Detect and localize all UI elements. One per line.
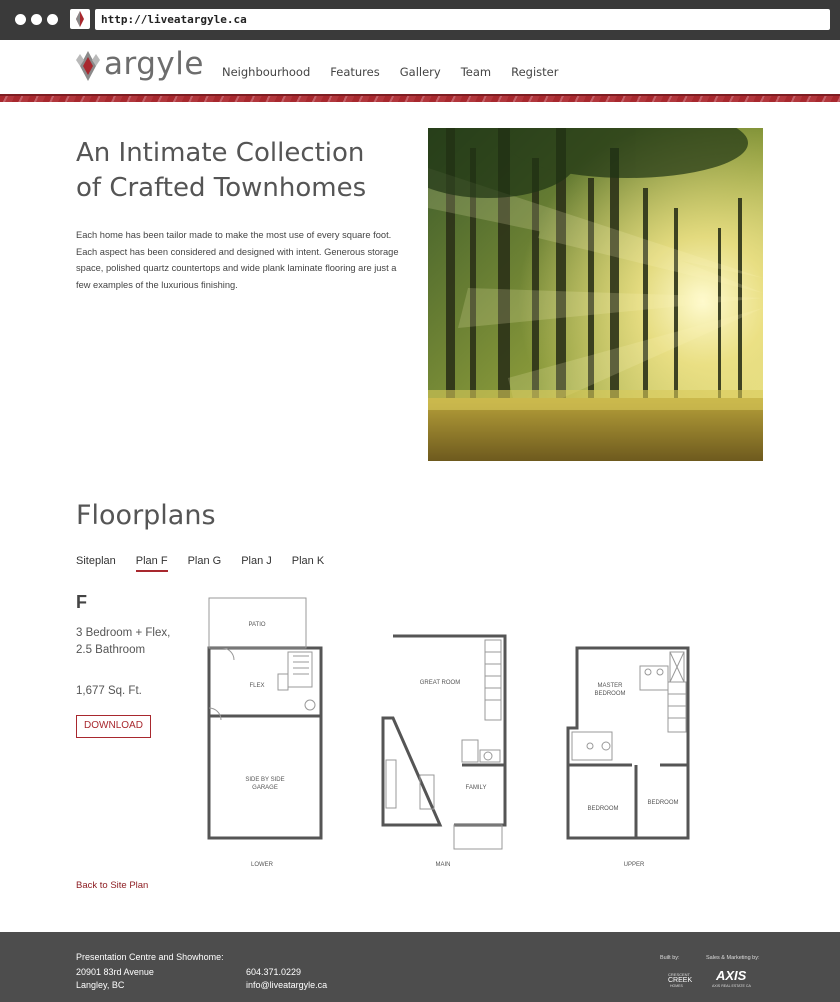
svg-text:HOMES: HOMES bbox=[670, 984, 684, 988]
nav-features[interactable]: Features bbox=[330, 65, 379, 79]
room-flex: FLEX bbox=[249, 683, 264, 689]
room-family: FAMILY bbox=[466, 785, 487, 791]
argyle-diamond-icon[interactable] bbox=[76, 50, 100, 82]
plan-bed-bath: 3 Bedroom + Flex, 2.5 Bathroom bbox=[76, 625, 186, 659]
room-master-line2: BEDROOM bbox=[594, 691, 625, 697]
site-footer: Presentation Centre and Showhome: 20901 … bbox=[0, 932, 840, 1002]
footer-address-line1: 20901 83rd Avenue bbox=[76, 967, 154, 977]
logo-text[interactable]: argyle bbox=[104, 46, 204, 82]
intro-heading-line2: of Crafted Townhomes bbox=[76, 173, 367, 203]
plan-letter: F bbox=[76, 592, 87, 612]
svg-text:CREEK: CREEK bbox=[668, 977, 692, 984]
address-bar[interactable]: http://liveatargyle.ca bbox=[95, 9, 830, 30]
room-master-line1: MASTER bbox=[597, 683, 623, 689]
window-close-dot[interactable] bbox=[15, 14, 26, 25]
plan-bathrooms: 2.5 Bathroom bbox=[76, 644, 146, 656]
floorplan-tabs: Siteplan Plan F Plan G Plan J Plan K bbox=[76, 555, 344, 572]
site-header: argyle Neighbourhood Features Gallery Te… bbox=[0, 40, 840, 96]
room-great-room: GREAT ROOM bbox=[420, 680, 460, 686]
browser-chrome: http://liveatargyle.ca bbox=[0, 0, 840, 40]
tab-plan-k[interactable]: Plan K bbox=[292, 555, 324, 572]
nav-team[interactable]: Team bbox=[461, 65, 491, 79]
intro-paragraph: Each home has been tailor made to make t… bbox=[76, 230, 399, 290]
footer-address-line2: Langley, BC bbox=[76, 980, 125, 990]
crescent-creek-logo-icon[interactable]: CRESCENT CREEK HOMES bbox=[648, 966, 696, 988]
nav-register[interactable]: Register bbox=[511, 65, 558, 79]
floorplan-drawings: PATIO FLEX SIDE BY SIDE GARAGE LOWER GRE… bbox=[207, 597, 690, 868]
argyle-favicon-icon bbox=[70, 9, 90, 29]
plan-bedrooms: 3 Bedroom + Flex, bbox=[76, 627, 171, 639]
tab-plan-f[interactable]: Plan F bbox=[135, 555, 168, 572]
room-bedroom-right: BEDROOM bbox=[647, 800, 678, 806]
intro-heading-line1: An Intimate Collection bbox=[76, 138, 365, 168]
forest-photo bbox=[428, 128, 763, 461]
room-bedroom-left: BEDROOM bbox=[587, 806, 618, 812]
lower-floor-outline bbox=[207, 646, 323, 840]
footer-email[interactable]: info@liveatargyle.ca bbox=[246, 980, 327, 990]
level-lower: LOWER bbox=[251, 862, 274, 868]
window-maximize-dot[interactable] bbox=[47, 14, 58, 25]
nav-gallery[interactable]: Gallery bbox=[400, 65, 441, 79]
main-nav: Neighbourhood Features Gallery Team Regi… bbox=[222, 65, 578, 79]
footer-built-by-label: Built by: bbox=[660, 955, 680, 961]
back-to-site-plan-link[interactable]: Back to Site Plan bbox=[76, 880, 148, 891]
tab-siteplan[interactable]: Siteplan bbox=[76, 555, 116, 572]
download-button[interactable]: DOWNLOAD bbox=[76, 715, 151, 738]
tab-plan-j[interactable]: Plan J bbox=[241, 555, 272, 572]
axis-real-estate-logo-icon[interactable]: AXIS AXIS REAL ESTATE CA bbox=[712, 967, 762, 989]
tab-plan-g[interactable]: Plan G bbox=[188, 555, 222, 572]
room-patio: PATIO bbox=[248, 622, 265, 628]
axis-logo-text: AXIS bbox=[715, 968, 747, 983]
footer-showhome-label: Presentation Centre and Showhome: bbox=[76, 952, 224, 962]
floorplans-heading: Floorplans bbox=[76, 500, 216, 531]
room-garage-line1: SIDE BY SIDE bbox=[245, 777, 284, 783]
nav-neighbourhood[interactable]: Neighbourhood bbox=[222, 65, 310, 79]
header-divider bbox=[0, 94, 840, 96]
level-upper: UPPER bbox=[624, 862, 645, 868]
room-garage-line2: GARAGE bbox=[252, 785, 278, 791]
window-minimize-dot[interactable] bbox=[31, 14, 42, 25]
plan-square-footage: 1,677 Sq. Ft. bbox=[76, 685, 142, 697]
level-main: MAIN bbox=[436, 862, 451, 868]
footer-marketing-label: Sales & Marketing by: bbox=[706, 955, 760, 961]
footer-phone[interactable]: 604.371.0229 bbox=[246, 967, 301, 977]
intro-heading: An Intimate Collection of Crafted Townho… bbox=[76, 136, 416, 206]
axis-logo-subtext: AXIS REAL ESTATE CA bbox=[712, 984, 751, 988]
